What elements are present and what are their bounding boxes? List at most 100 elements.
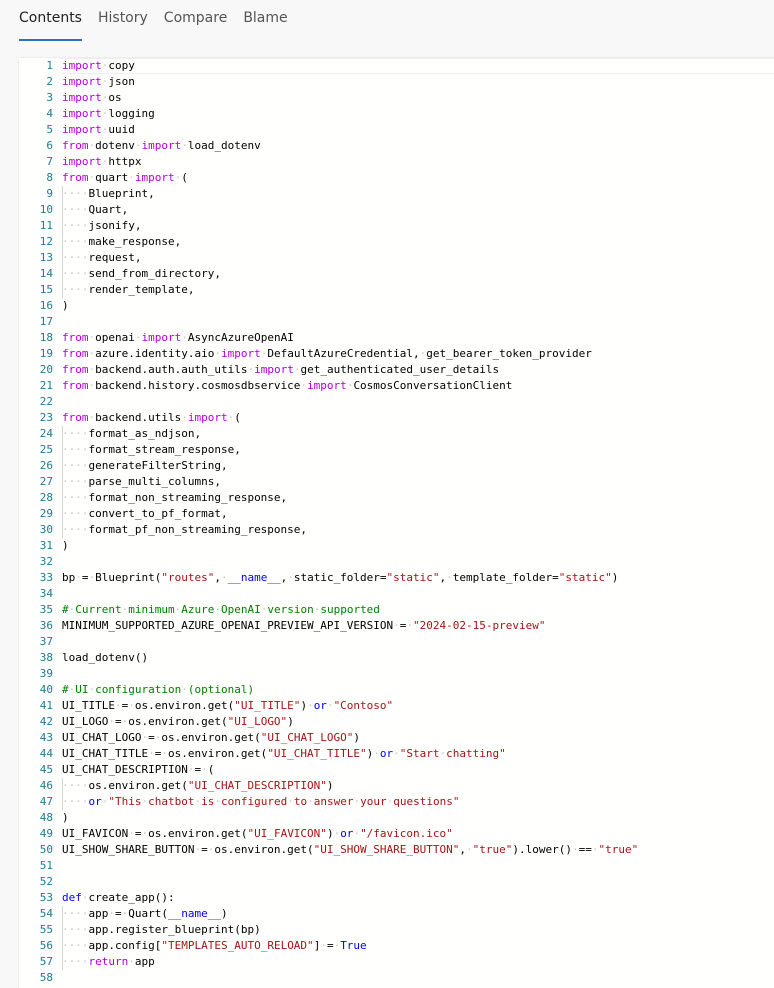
line-number: 36 <box>39 619 53 632</box>
code-line[interactable]: 3 import·os <box>19 90 638 106</box>
indent-guide <box>62 266 63 282</box>
code-line[interactable]: 58 <box>19 970 638 986</box>
line-number: 21 <box>39 379 53 392</box>
code-line[interactable]: 50 UI_SHOW_SHARE_BUTTON·=·os.environ.get(… <box>19 842 638 858</box>
code-line[interactable]: 56 ····app.config["TEMPLATES_AUTO_RELOAD"… <box>19 938 638 954</box>
code-line[interactable]: 18 from·openai·import·AsyncAzureOpenAI <box>19 330 638 346</box>
code-line[interactable]: 22 <box>19 394 638 410</box>
indent-guide <box>62 474 63 490</box>
code-line[interactable]: 14 ····send_from_directory, <box>19 266 638 282</box>
code-line[interactable]: 11 ····jsonify, <box>19 218 638 234</box>
code-line[interactable]: 10 ····Quart, <box>19 202 638 218</box>
code-line[interactable]: 53 def·create_app(): <box>19 890 638 906</box>
line-number: 16 <box>39 299 53 312</box>
code-line[interactable]: 41 UI_TITLE·=·os.environ.get("UI_TITLE")·… <box>19 698 638 714</box>
indent-guide <box>62 906 63 922</box>
indent-guide <box>62 218 63 234</box>
line-number: 33 <box>39 571 53 584</box>
file-view-tabs: Contents History Compare Blame <box>0 0 304 42</box>
code-line[interactable]: 5 import·uuid <box>19 122 638 138</box>
code-line[interactable]: 12 ····make_response, <box>19 234 638 250</box>
tab-contents[interactable]: Contents <box>19 0 82 41</box>
code-line[interactable]: 26 ····generateFilterString, <box>19 458 638 474</box>
code-line[interactable]: 45 UI_CHAT_DESCRIPTION·=·( <box>19 762 638 778</box>
code-line[interactable]: 2 import·json <box>19 74 638 90</box>
line-number: 19 <box>39 347 53 360</box>
indent-guide <box>62 186 63 202</box>
code-line[interactable]: 13 ····request, <box>19 250 638 266</box>
code-line[interactable]: 38 load_dotenv() <box>19 650 638 666</box>
tab-blame[interactable]: Blame <box>243 0 287 40</box>
code-line[interactable]: 27 ····parse_multi_columns, <box>19 474 638 490</box>
line-number: 34 <box>39 587 53 600</box>
line-number: 3 <box>46 91 53 104</box>
code-line[interactable]: 25 ····format_stream_response, <box>19 442 638 458</box>
code-line[interactable]: 23 from·backend.utils·import·( <box>19 410 638 426</box>
line-number: 20 <box>39 363 53 376</box>
code-line[interactable]: 57 ····return·app <box>19 954 638 970</box>
code-line[interactable]: 33 bp·=·Blueprint("routes",·__name__,·sta… <box>19 570 638 586</box>
code-line[interactable]: 29 ····convert_to_pf_format, <box>19 506 638 522</box>
line-text: ) <box>62 299 69 312</box>
code-line[interactable]: 48) <box>19 810 638 826</box>
code-lines: 1 import·copy 2 import·json 3 import·os 4 impor… <box>19 58 638 986</box>
code-line[interactable]: 30 ····format_pf_non_streaming_response, <box>19 522 638 538</box>
code-line[interactable]: 52 <box>19 874 638 890</box>
code-line[interactable]: 47 ····or·"This·chatbot·is·configured·to·… <box>19 794 638 810</box>
code-line[interactable]: 43 UI_CHAT_LOGO·=·os.environ.get("UI_CHAT… <box>19 730 638 746</box>
line-number: 55 <box>39 923 53 936</box>
indent-guide <box>62 250 63 266</box>
code-line[interactable]: 36 MINIMUM_SUPPORTED_AZURE_OPENAI_PREVIEW… <box>19 618 638 634</box>
code-line[interactable]: 40 #·UI·configuration·(optional) <box>19 682 638 698</box>
line-number: 8 <box>46 171 53 184</box>
code-line[interactable]: 37 <box>19 634 638 650</box>
line-number: 28 <box>39 491 53 504</box>
line-text: ····convert_to_pf_format, <box>62 506 228 522</box>
code-line[interactable]: 28 ····format_non_streaming_response, <box>19 490 638 506</box>
line-number: 1 <box>46 59 53 72</box>
line-text: ····jsonify, <box>62 218 142 234</box>
code-line[interactable]: 35 #·Current·minimum·Azure·OpenAI·version… <box>19 602 638 618</box>
indent-guide <box>62 234 63 250</box>
code-line[interactable]: 32 <box>19 554 638 570</box>
code-line[interactable]: 21 from·backend.history.cosmosdbservice·i… <box>19 378 638 394</box>
code-line[interactable]: 1 import·copy <box>19 58 638 74</box>
code-line[interactable]: 17 <box>19 314 638 330</box>
code-line[interactable]: 46 ····os.environ.get("UI_CHAT_DESCRIPTIO… <box>19 778 638 794</box>
code-line[interactable]: 49 UI_FAVICON·=·os.environ.get("UI_FAVICO… <box>19 826 638 842</box>
line-text: import·httpx <box>62 155 142 168</box>
code-line[interactable]: 4 import·logging <box>19 106 638 122</box>
code-line[interactable]: 19 from·azure.identity.aio·import·Default… <box>19 346 638 362</box>
tab-compare[interactable]: Compare <box>164 0 228 40</box>
code-line[interactable]: 55 ····app.register_blueprint(bp) <box>19 922 638 938</box>
code-line[interactable]: 6 from·dotenv·import·load_dotenv <box>19 138 638 154</box>
line-number: 29 <box>39 507 53 520</box>
code-line[interactable]: 34 <box>19 586 638 602</box>
code-line[interactable]: 24 ····format_as_ndjson, <box>19 426 638 442</box>
line-text: UI_LOGO·=·os.environ.get("UI_LOGO") <box>62 715 294 728</box>
code-line[interactable]: 15 ····render_template, <box>19 282 638 298</box>
code-line[interactable]: 20 from·backend.auth.auth_utils·import·ge… <box>19 362 638 378</box>
indent-guide <box>62 954 63 970</box>
code-line[interactable]: 7 import·httpx <box>19 154 638 170</box>
code-line[interactable]: 8 from·quart·import·( <box>19 170 638 186</box>
code-line[interactable]: 54 ····app·=·Quart(__name__) <box>19 906 638 922</box>
line-text: ····send_from_directory, <box>62 266 221 282</box>
code-line[interactable]: 9 ····Blueprint, <box>19 186 638 202</box>
line-number: 45 <box>39 763 53 776</box>
code-line[interactable]: 16) <box>19 298 638 314</box>
code-line[interactable]: 51 <box>19 858 638 874</box>
code-line[interactable]: 44 UI_CHAT_TITLE·=·os.environ.get("UI_CHA… <box>19 746 638 762</box>
tab-history[interactable]: History <box>98 0 148 40</box>
line-text: from·quart·import·( <box>62 171 188 184</box>
indent-guide <box>62 938 63 954</box>
line-number: 38 <box>39 651 53 664</box>
line-number: 42 <box>39 715 53 728</box>
code-editor[interactable]: 1 import·copy 2 import·json 3 import·os 4 impor… <box>19 58 774 988</box>
indent-guide <box>62 490 63 506</box>
code-line[interactable]: 39 <box>19 666 638 682</box>
code-line[interactable]: 31) <box>19 538 638 554</box>
line-number: 9 <box>46 187 53 200</box>
code-line[interactable]: 42 UI_LOGO·=·os.environ.get("UI_LOGO") <box>19 714 638 730</box>
line-number: 57 <box>39 955 53 968</box>
